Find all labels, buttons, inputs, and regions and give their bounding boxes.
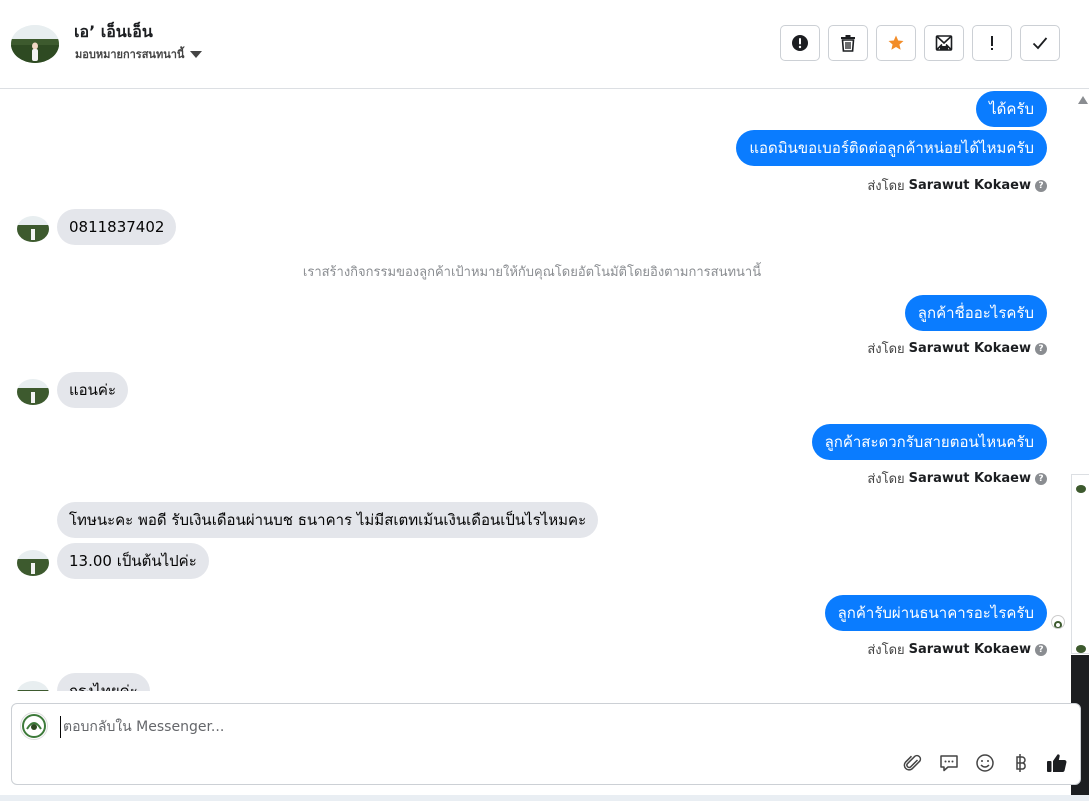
- sent-by-prefix: ส่งโดย: [867, 643, 905, 658]
- reply-composer: [11, 703, 1081, 785]
- like-button[interactable]: [1046, 752, 1068, 774]
- message-bubble-outgoing[interactable]: แอดมินขอเบอร์ติดต่อลูกค้าหน่อยได้ไหมครับ: [736, 130, 1047, 166]
- flag-button[interactable]: [972, 25, 1012, 61]
- reply-input[interactable]: [60, 716, 860, 738]
- sent-by-prefix: ส่งโดย: [867, 179, 905, 194]
- help-icon[interactable]: ?: [1035, 643, 1047, 656]
- message-bubble-incoming[interactable]: โทษนะคะ พอดี รับเงินเดือนผ่านบช ธนาคาร ไ…: [57, 502, 599, 538]
- avatar-dot-icon: [1076, 645, 1086, 653]
- exclamation-icon: [991, 36, 993, 50]
- message-thread[interactable]: ได้ครับ แอดมินขอเบอร์ติดต่อลูกค้าหน่อยได…: [0, 89, 1070, 691]
- star-button[interactable]: [876, 25, 916, 61]
- help-icon[interactable]: ?: [1035, 472, 1047, 485]
- star-icon: [888, 35, 904, 50]
- assign-conversation-dropdown[interactable]: มอบหมายการสนทนานี้: [75, 45, 203, 63]
- delete-button[interactable]: [828, 25, 868, 61]
- contact-name: เอ’ เอ็นเอ็น: [74, 22, 153, 41]
- sent-by-name: Sarawut Kokaew: [908, 471, 1031, 486]
- emoji-icon: [976, 754, 994, 772]
- sent-by-prefix: ส่งโดย: [867, 342, 905, 357]
- message-bubble-outgoing[interactable]: ลูกค้ารับผ่านธนาคารอะไรครับ: [824, 595, 1047, 631]
- mark-done-button[interactable]: [1020, 25, 1060, 61]
- help-icon[interactable]: ?: [1035, 179, 1047, 192]
- mark-unread-icon: [935, 35, 953, 51]
- scroll-up-arrow[interactable]: [1078, 96, 1088, 104]
- help-icon[interactable]: ?: [1035, 342, 1047, 355]
- message-bubble-incoming[interactable]: กรุงไทยค่ะ: [57, 673, 150, 691]
- assign-label: มอบหมายการสนทนานี้: [75, 48, 185, 61]
- page-avatar: [20, 712, 48, 740]
- report-button[interactable]: [780, 25, 820, 61]
- seen-avatar-icon: [1051, 615, 1065, 629]
- side-panel-edge[interactable]: [1071, 474, 1089, 654]
- contact-avatar-small: [17, 550, 49, 576]
- message-bubble-incoming[interactable]: แอนค่ะ: [57, 372, 129, 408]
- message-bubble-incoming[interactable]: 13.00 เป็นต้นไปค่ะ: [57, 543, 209, 579]
- window-bottom-edge: [0, 795, 1089, 801]
- attachment-icon: [903, 754, 922, 771]
- header-actions: [780, 25, 1060, 61]
- contact-avatar-small: [17, 681, 49, 691]
- messenger-inbox-conversation: เอ’ เอ็นเอ็น มอบหมายการสนทนานี้ ได้ครับ …: [0, 0, 1089, 801]
- sent-by-label: ส่งโดย Sarawut Kokaew ?: [867, 639, 1047, 660]
- sent-by-name: Sarawut Kokaew: [908, 341, 1031, 356]
- composer-tools: [902, 752, 1068, 774]
- sent-by-label: ส่งโดย Sarawut Kokaew ?: [867, 468, 1047, 489]
- sent-by-label: ส่งโดย Sarawut Kokaew ?: [867, 338, 1047, 359]
- saved-replies-icon: [940, 755, 958, 772]
- saved-replies-button[interactable]: [938, 752, 960, 774]
- conversation-header: เอ’ เอ็นเอ็น มอบหมายการสนทนานี้: [0, 0, 1089, 89]
- message-bubble-outgoing[interactable]: ลูกค้าสะดวกรับสายตอนไหนครับ: [811, 424, 1047, 460]
- mark-unread-button[interactable]: [924, 25, 964, 61]
- attach-button[interactable]: [902, 752, 924, 774]
- avatar-dot-icon: [1076, 485, 1086, 493]
- report-icon: [792, 35, 808, 51]
- message-bubble-outgoing[interactable]: ลูกค้าชื่ออะไรครับ: [904, 295, 1047, 331]
- message-bubble-incoming[interactable]: 0811837402: [57, 209, 177, 245]
- system-notice: เราสร้างกิจกรรมของลูกค้าเป้าหมายให้กับคุ…: [302, 265, 762, 280]
- message-bubble-outgoing[interactable]: ได้ครับ: [976, 91, 1047, 127]
- payment-button[interactable]: [1010, 752, 1032, 774]
- baht-payment-icon: [1016, 754, 1026, 772]
- check-icon: [1032, 37, 1048, 50]
- sent-by-name: Sarawut Kokaew: [908, 642, 1031, 657]
- contact-avatar-small: [17, 216, 49, 242]
- thumbs-up-icon: [1047, 754, 1067, 772]
- contact-avatar[interactable]: [11, 25, 59, 63]
- caret-down-icon: [190, 50, 203, 58]
- sent-by-label: ส่งโดย Sarawut Kokaew ?: [867, 175, 1047, 196]
- emoji-button[interactable]: [974, 752, 996, 774]
- sent-by-name: Sarawut Kokaew: [908, 178, 1031, 193]
- contact-avatar-small: [17, 379, 49, 405]
- trash-icon: [841, 35, 855, 52]
- sent-by-prefix: ส่งโดย: [867, 472, 905, 487]
